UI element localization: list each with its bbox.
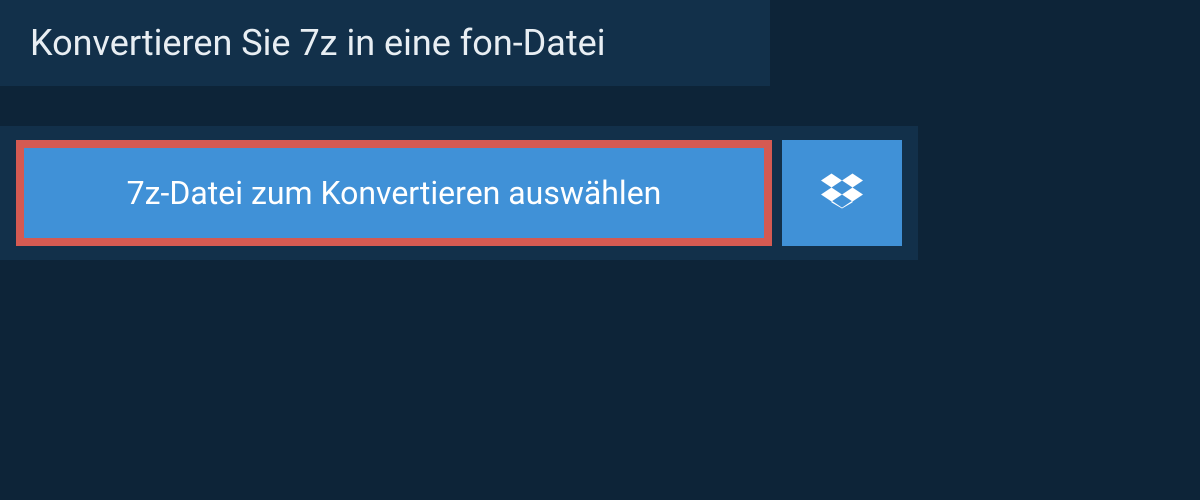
select-file-label: 7z-Datei zum Konvertieren auswählen (127, 174, 662, 212)
action-panel: 7z-Datei zum Konvertieren auswählen (0, 126, 918, 260)
page-title: Konvertieren Sie 7z in eine fon-Datei (30, 22, 740, 64)
dropbox-button[interactable] (782, 140, 902, 246)
select-file-button[interactable]: 7z-Datei zum Konvertieren auswählen (16, 140, 772, 246)
dropbox-icon (821, 170, 863, 216)
header-bar: Konvertieren Sie 7z in eine fon-Datei (0, 0, 770, 86)
